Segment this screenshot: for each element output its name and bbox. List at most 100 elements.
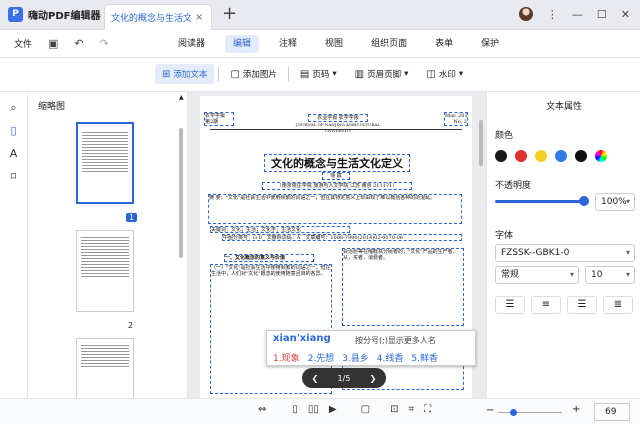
right-column-text-box[interactable]: 会治愈等在缩概高分民者的，"文化"产品的生产者、从，买者，消费者。 — [342, 248, 464, 326]
minimize-button[interactable]: — — [572, 8, 583, 21]
play-icon[interactable]: ▶ — [329, 404, 337, 415]
align-center-icon[interactable]: ≡ — [531, 296, 561, 314]
text-box[interactable]: Mar. 2014 No. 2 — [444, 112, 468, 126]
document-scrollbar[interactable] — [476, 92, 486, 398]
window-controls: ⋮ — ☐ ✕ — [518, 7, 630, 21]
divider — [287, 67, 289, 81]
bookmark-icon[interactable]: ⌑ — [0, 170, 27, 184]
page-number-2: 2 — [128, 321, 134, 330]
thumbnail-scrollbar[interactable]: ▲ — [176, 92, 186, 398]
actual-size-icon[interactable]: ▢ — [361, 404, 370, 415]
header-footer-button[interactable]: ▥ 页眉页脚 ▾ — [348, 64, 416, 84]
menu-tab[interactable]: 表单 — [427, 35, 461, 53]
menu-tab[interactable]: 注释 — [271, 35, 305, 53]
text-icon[interactable]: A — [0, 147, 27, 161]
zoom-input[interactable]: 69 — [594, 403, 630, 421]
double-page-icon[interactable]: ▯▯ — [308, 404, 319, 415]
opacity-label: 不透明度 — [495, 181, 532, 191]
color-swatch[interactable] — [495, 150, 507, 162]
ime-candidates: 1.现象 2.先想 3.县乡 4.线香 5.鲜香 — [273, 351, 438, 364]
zoom-in-icon[interactable]: + — [572, 404, 580, 415]
align-right-icon[interactable]: ☰ — [567, 296, 597, 314]
left-sidebar: ⌕ ▯ A ⌑ — [0, 92, 28, 398]
ime-candidate[interactable]: 3.县乡 — [342, 351, 369, 364]
menu-tab[interactable]: 组织页面 — [363, 35, 415, 53]
align-justify-icon[interactable]: ≣ — [603, 296, 633, 314]
ime-hint: 按分号(;)显示更多人名 — [355, 336, 436, 345]
color-swatch[interactable] — [515, 150, 527, 162]
next-page-icon[interactable]: ❯ — [370, 374, 377, 383]
color-swatch[interactable] — [535, 150, 547, 162]
menu-tab[interactable]: 视图 — [317, 35, 351, 53]
redo-icon[interactable]: ↷ — [100, 37, 109, 50]
section-heading[interactable]: 一、文化概念的意义与价值 — [224, 254, 314, 262]
zoom-out-icon[interactable]: − — [486, 405, 494, 416]
app-name: 嗨动PDF编辑器 — [28, 11, 101, 22]
fit-page-icon[interactable]: ⊡ — [390, 404, 398, 415]
crop-icon[interactable]: ⌗ — [408, 404, 414, 415]
page-thumbnail-2[interactable] — [76, 230, 134, 312]
author-text-box[interactable]: 徐 斌 — [322, 172, 350, 180]
text-box[interactable]: 农业学报 农学学报 — [308, 114, 368, 122]
page-label-button[interactable]: ▤ 页码 ▾ — [293, 64, 344, 84]
zoom-slider-handle[interactable] — [510, 409, 517, 416]
add-image-button[interactable]: ▢ 添加图片 — [223, 64, 283, 84]
scroll-thumb[interactable] — [479, 120, 483, 166]
document-tab[interactable]: 文化的概念与生活文化... × — [104, 4, 212, 30]
previous-page-icon[interactable]: ❮ — [312, 374, 319, 383]
maximize-button[interactable]: ☐ — [597, 8, 607, 21]
opacity-select[interactable]: 100% ▾ — [595, 193, 635, 211]
watermark-button[interactable]: ◫ 水印 ▾ — [419, 64, 470, 84]
header-footer-label: 页眉页脚 — [367, 70, 402, 80]
font-size-select[interactable]: 10 ▾ — [585, 266, 635, 284]
scroll-thumb[interactable] — [179, 128, 183, 258]
header-rule — [210, 129, 462, 130]
more-menu-icon[interactable]: ⋮ — [547, 8, 558, 21]
font-style-select[interactable]: 常规 ▾ — [495, 266, 579, 284]
opacity-slider-handle[interactable] — [579, 196, 589, 206]
menu-tab[interactable]: 阅读器 — [170, 35, 213, 53]
color-swatch[interactable] — [555, 150, 567, 162]
classification-text-box[interactable]: 中图分类号：G 0 文献标识码：A 文章编号：1008-7990(2014)02… — [222, 234, 462, 241]
chevron-down-icon: ▾ — [625, 197, 630, 206]
thumbnail-panel-title: 缩略图 — [38, 102, 66, 112]
fullscreen-icon[interactable]: ⛶ — [424, 404, 431, 415]
affiliation-text-box[interactable]: （南京晓庄学院 旅游与人文学院 江苏 南京 211171） — [262, 182, 412, 190]
font-select[interactable]: FZSSK--GBK1-0 ▾ — [495, 244, 635, 262]
ime-candidate[interactable]: 4.线香 — [377, 351, 404, 364]
opacity-slider-track[interactable] — [495, 200, 585, 203]
thumbnail-icon[interactable]: ▯ — [0, 124, 27, 138]
keywords-text-box[interactable]: 关键词：文化；生活；文化学；生活文化 — [210, 226, 350, 233]
abstract-text-box[interactable]: 摘 要："文化"是社会生活中使用频繁的词语之一，但在其特定意义上却由现了难以概括… — [208, 194, 462, 224]
scroll-up-icon[interactable]: ▲ — [179, 94, 184, 101]
avatar[interactable] — [518, 7, 533, 21]
page-thumbnail-1[interactable] — [76, 122, 134, 204]
header-footer-icon: ▥ — [354, 68, 365, 80]
watermark-label: 水印 — [438, 70, 456, 80]
font-size-value: 10 — [591, 270, 603, 280]
color-swatch[interactable] — [575, 150, 587, 162]
close-window-button[interactable]: ✕ — [621, 8, 630, 21]
font-style-value: 常规 — [501, 270, 520, 280]
align-left-icon[interactable]: ☰ — [495, 296, 525, 314]
main-menu-tabs: 阅读器 编辑 注释 视图 组织页面 表单 保护 — [170, 35, 507, 53]
file-menu[interactable]: 文件 — [14, 37, 32, 50]
zoom-slider-track[interactable] — [498, 412, 562, 413]
text-box[interactable]: 农学学报 第2期 — [204, 112, 234, 126]
ime-candidate[interactable]: 2.先想 — [308, 351, 335, 364]
ime-candidate[interactable]: 5.鲜香 — [411, 351, 438, 364]
ime-candidate[interactable]: 1.现象 — [273, 351, 300, 364]
single-page-icon[interactable]: ▯ — [292, 404, 298, 415]
save-icon[interactable]: ▣ — [48, 37, 58, 50]
new-tab-button[interactable]: + — [222, 3, 237, 24]
add-text-button[interactable]: ⊞ 添加文本 — [155, 64, 215, 84]
menu-tab[interactable]: 保护 — [473, 35, 507, 53]
undo-icon[interactable]: ↶ — [74, 37, 83, 50]
close-tab-icon[interactable]: × — [195, 12, 203, 23]
watermark-icon: ◫ — [426, 68, 436, 80]
search-icon[interactable]: ⌕ — [0, 101, 27, 115]
color-picker-icon[interactable] — [595, 150, 607, 162]
fit-width-icon[interactable]: ⇔ — [258, 404, 266, 415]
title-text-box[interactable]: 文化的概念与生活文化定义 — [264, 154, 410, 172]
menu-tab[interactable]: 编辑 — [225, 35, 260, 53]
